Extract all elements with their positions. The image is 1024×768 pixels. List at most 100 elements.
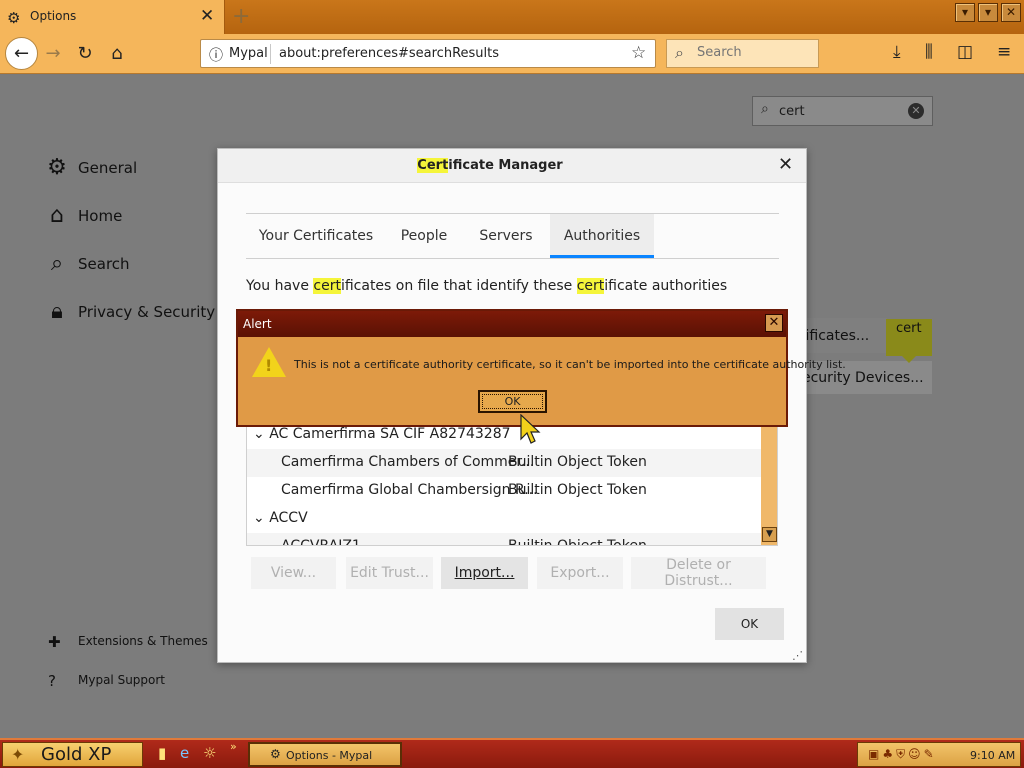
back-button[interactable]: ←	[5, 37, 38, 70]
tab-bar: ⚙ Options ✕ + ▾ ▾ ✕	[0, 0, 1024, 34]
clock[interactable]: 9:10 AM	[970, 749, 1015, 762]
cert-name: Camerfirma Global Chambersign R...	[281, 482, 538, 498]
group-name: AC Camerfirma SA CIF A82743287	[269, 426, 511, 442]
export-button[interactable]: Export...	[537, 557, 623, 589]
preferences-search[interactable]: ⌕ cert ✕	[752, 96, 933, 126]
scroll-down-icon[interactable]: ▼	[762, 527, 777, 542]
system-tray: ▣♣⛨☺✎ 9:10 AM	[857, 742, 1021, 767]
cert-token: Builtin Object Token	[508, 482, 647, 498]
preferences-search-value[interactable]: cert	[779, 104, 805, 119]
taskbar: ✦ Gold XP ▮ e ☼ » ⚙ Options - Mypal ▣♣⛨☺…	[0, 738, 1024, 768]
tree-row[interactable]: ⌄ ACCV	[247, 505, 761, 533]
tab-options[interactable]: ⚙ Options ✕	[0, 0, 225, 34]
desc-highlight: cert	[576, 278, 605, 294]
tray-icons[interactable]: ▣♣⛨☺✎	[868, 747, 937, 762]
library-icon[interactable]: ⫼	[925, 42, 933, 62]
resize-grip-icon[interactable]: ⋰	[792, 649, 803, 662]
taskbar-item-label: Options - Mypal	[286, 749, 373, 762]
tab-people[interactable]: People	[386, 214, 462, 258]
url-text[interactable]: about:preferences#searchResults	[279, 46, 499, 61]
link-label: Mypal Support	[78, 673, 166, 687]
desc-highlight: cert	[313, 278, 341, 294]
view-certificates-button[interactable]: tificates...	[800, 318, 887, 353]
alert-message: This is not a certificate authority cert…	[294, 358, 846, 371]
search-bar[interactable]: ⌕	[666, 39, 819, 68]
url-bar[interactable]: ⓘ Mypal about:preferences#searchResults …	[200, 39, 656, 68]
downloads-icon[interactable]: ⤓	[893, 42, 901, 62]
close-window-button[interactable]: ✕	[1001, 3, 1021, 22]
search-input[interactable]	[695, 44, 810, 61]
minimize-button[interactable]: ▾	[955, 3, 975, 22]
taskbar-item-options[interactable]: ⚙ Options - Mypal	[248, 742, 402, 767]
ok-button[interactable]: OK	[715, 608, 784, 640]
clear-search-icon[interactable]: ✕	[908, 103, 924, 119]
close-tab-icon[interactable]: ✕	[200, 6, 214, 26]
category-label: Home	[78, 207, 123, 225]
mypal-icon: ⚙	[270, 747, 281, 761]
media-icon[interactable]: ☼	[203, 744, 216, 762]
button-label: ecurity Devices...	[802, 370, 924, 386]
alert-titlebar: Alert ✕	[238, 311, 786, 337]
close-icon[interactable]: ✕	[778, 154, 793, 175]
dialog-titlebar: Certificate Manager ✕	[218, 149, 806, 183]
desc-text: ificates on file that identify these	[340, 278, 577, 294]
alert-ok-button[interactable]: OK	[478, 390, 547, 413]
internet-explorer-icon[interactable]: e	[180, 744, 189, 762]
search-icon: ⌕	[675, 43, 684, 62]
view-button[interactable]: View...	[251, 557, 336, 589]
site-identity[interactable]: Mypal	[229, 46, 268, 61]
gear-icon: ⚙	[47, 155, 67, 180]
dialog-title: Certificate Manager	[218, 158, 762, 173]
reload-button[interactable]: ↻	[70, 39, 100, 69]
bookmark-star-icon[interactable]: ☆	[631, 43, 646, 63]
category-label: Search	[78, 255, 130, 273]
puzzle-icon: ✚	[48, 633, 61, 651]
start-button[interactable]: ✦ Gold XP	[2, 742, 143, 767]
new-tab-button[interactable]: +	[232, 4, 250, 29]
cert-token: Builtin Object Token	[508, 538, 647, 546]
cert-token: Builtin Object Token	[508, 454, 647, 470]
title-rest: ificate Manager	[448, 158, 563, 173]
tooltip-tail	[902, 356, 916, 363]
home-button[interactable]: ⌂	[102, 39, 132, 69]
tree-row[interactable]: ACCVRAIZ1 Builtin Object Token	[247, 533, 761, 546]
delete-distrust-button[interactable]: Delete or Distrust...	[631, 557, 766, 589]
certificate-description: You have certificates on file that ident…	[246, 278, 727, 294]
search-match-tooltip: cert	[886, 319, 932, 363]
alert-dialog: Alert ✕ ! This is not a certificate auth…	[236, 309, 846, 427]
maximize-button[interactable]: ▾	[978, 3, 998, 22]
start-label: Gold XP	[41, 744, 112, 765]
warning-icon: !	[252, 347, 286, 377]
category-label: General	[78, 159, 138, 177]
menu-icon[interactable]: ≡	[997, 42, 1011, 62]
sidebar-icon[interactable]: ◫	[957, 42, 973, 62]
search-icon: ⌕	[761, 101, 769, 117]
tab-your-certificates[interactable]: Your Certificates	[246, 214, 386, 258]
import-button[interactable]: Import...	[441, 557, 528, 589]
title-highlight: Cert	[417, 158, 449, 173]
tree-row[interactable]: Camerfirma Chambers of Commer... Builtin…	[247, 449, 761, 477]
tab-servers[interactable]: Servers	[462, 214, 550, 258]
tab-title: Options	[30, 9, 77, 23]
info-icon[interactable]: ⓘ	[209, 45, 223, 65]
alert-title: Alert	[243, 317, 272, 331]
url-separator	[270, 44, 271, 64]
category-label: Privacy & Security	[78, 303, 216, 321]
certificate-tabs: Your Certificates People Servers Authori…	[246, 213, 779, 259]
home-icon: ⌂	[50, 203, 64, 228]
help-icon: ?	[48, 672, 56, 690]
link-label: Extensions & Themes	[78, 634, 208, 648]
forward-button[interactable]: →	[38, 39, 68, 69]
cert-name: ACCVRAIZ1	[281, 538, 361, 546]
nav-toolbar: ← → ↻ ⌂ ⓘ Mypal about:preferences#search…	[0, 34, 1024, 74]
button-label: tificates...	[800, 328, 870, 344]
close-icon[interactable]: ✕	[765, 314, 783, 332]
chevron-right-icon[interactable]: »	[230, 740, 237, 753]
search-icon: ⌕	[50, 251, 64, 276]
edit-trust-button[interactable]: Edit Trust...	[346, 557, 433, 589]
folder-icon[interactable]: ▮	[158, 744, 166, 762]
tree-row[interactable]: Camerfirma Global Chambersign R... Built…	[247, 477, 761, 505]
tooltip-text: cert	[896, 321, 922, 336]
desc-text: ificate authorities	[604, 278, 728, 294]
tab-authorities[interactable]: Authorities	[550, 214, 654, 258]
